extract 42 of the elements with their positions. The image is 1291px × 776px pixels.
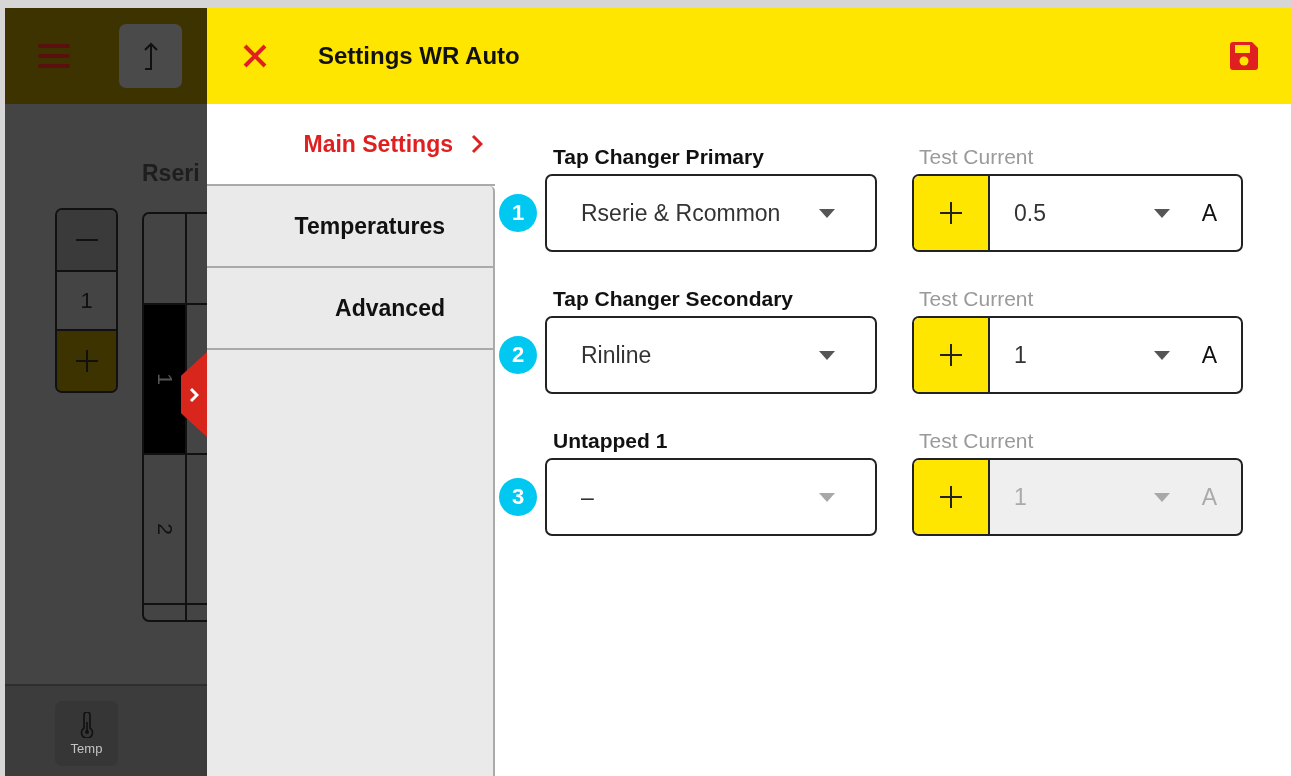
field-label: Test Current — [918, 145, 1035, 169]
unit-label: A — [1201, 199, 1217, 227]
plus-icon — [940, 344, 962, 366]
dropdown-caret-icon — [1153, 492, 1170, 502]
field-label: Test Current — [918, 287, 1035, 311]
upload-button[interactable] — [119, 24, 182, 88]
dropdown-caret-icon — [819, 208, 835, 218]
unit-label: A — [1201, 483, 1217, 511]
dialog-title: Settings WR Auto — [318, 42, 521, 70]
dropdown-caret-icon — [1153, 350, 1170, 360]
add-button[interactable] — [914, 176, 990, 250]
close-icon[interactable] — [242, 43, 268, 69]
add-button[interactable] — [914, 318, 990, 392]
tap-dropdown[interactable]: Rinline — [545, 316, 877, 394]
field-label: Tap Changer Primary — [552, 145, 765, 169]
nav-tab[interactable]: Advanced — [207, 268, 495, 350]
field-label: Untapped 1 — [552, 429, 669, 453]
current-dropdown[interactable]: 1 A — [990, 318, 1241, 392]
plus-icon — [940, 486, 962, 508]
unit-label: A — [1201, 341, 1217, 369]
current-dropdown[interactable]: 0.5 A — [990, 176, 1241, 250]
current-value: 1 — [1014, 483, 1028, 511]
dropdown-caret-icon — [1153, 208, 1170, 218]
add-button[interactable] — [914, 460, 990, 534]
step-number-badge: 3 — [499, 478, 537, 516]
minus-icon — [75, 238, 98, 242]
step-number-badge: 2 — [499, 336, 537, 374]
dropdown-caret-icon — [819, 492, 835, 502]
temp-button[interactable]: Temp — [55, 701, 118, 766]
thermometer-icon — [79, 711, 94, 738]
step-number-badge: 1 — [499, 194, 537, 232]
field-label: Tap Changer Secondary — [552, 287, 794, 311]
current-value: 1 — [1014, 341, 1028, 369]
plus-icon — [75, 350, 98, 372]
tap-dropdown[interactable]: Rserie & Rcommon — [545, 174, 877, 252]
nav-tab[interactable]: Temperatures — [207, 186, 495, 268]
current-value: 0.5 — [1014, 199, 1047, 227]
save-icon[interactable] — [1227, 39, 1261, 73]
dropdown-caret-icon — [819, 350, 835, 360]
chevron-right-icon — [471, 134, 483, 154]
field-label: Test Current — [918, 429, 1035, 453]
plus-icon — [940, 202, 962, 224]
